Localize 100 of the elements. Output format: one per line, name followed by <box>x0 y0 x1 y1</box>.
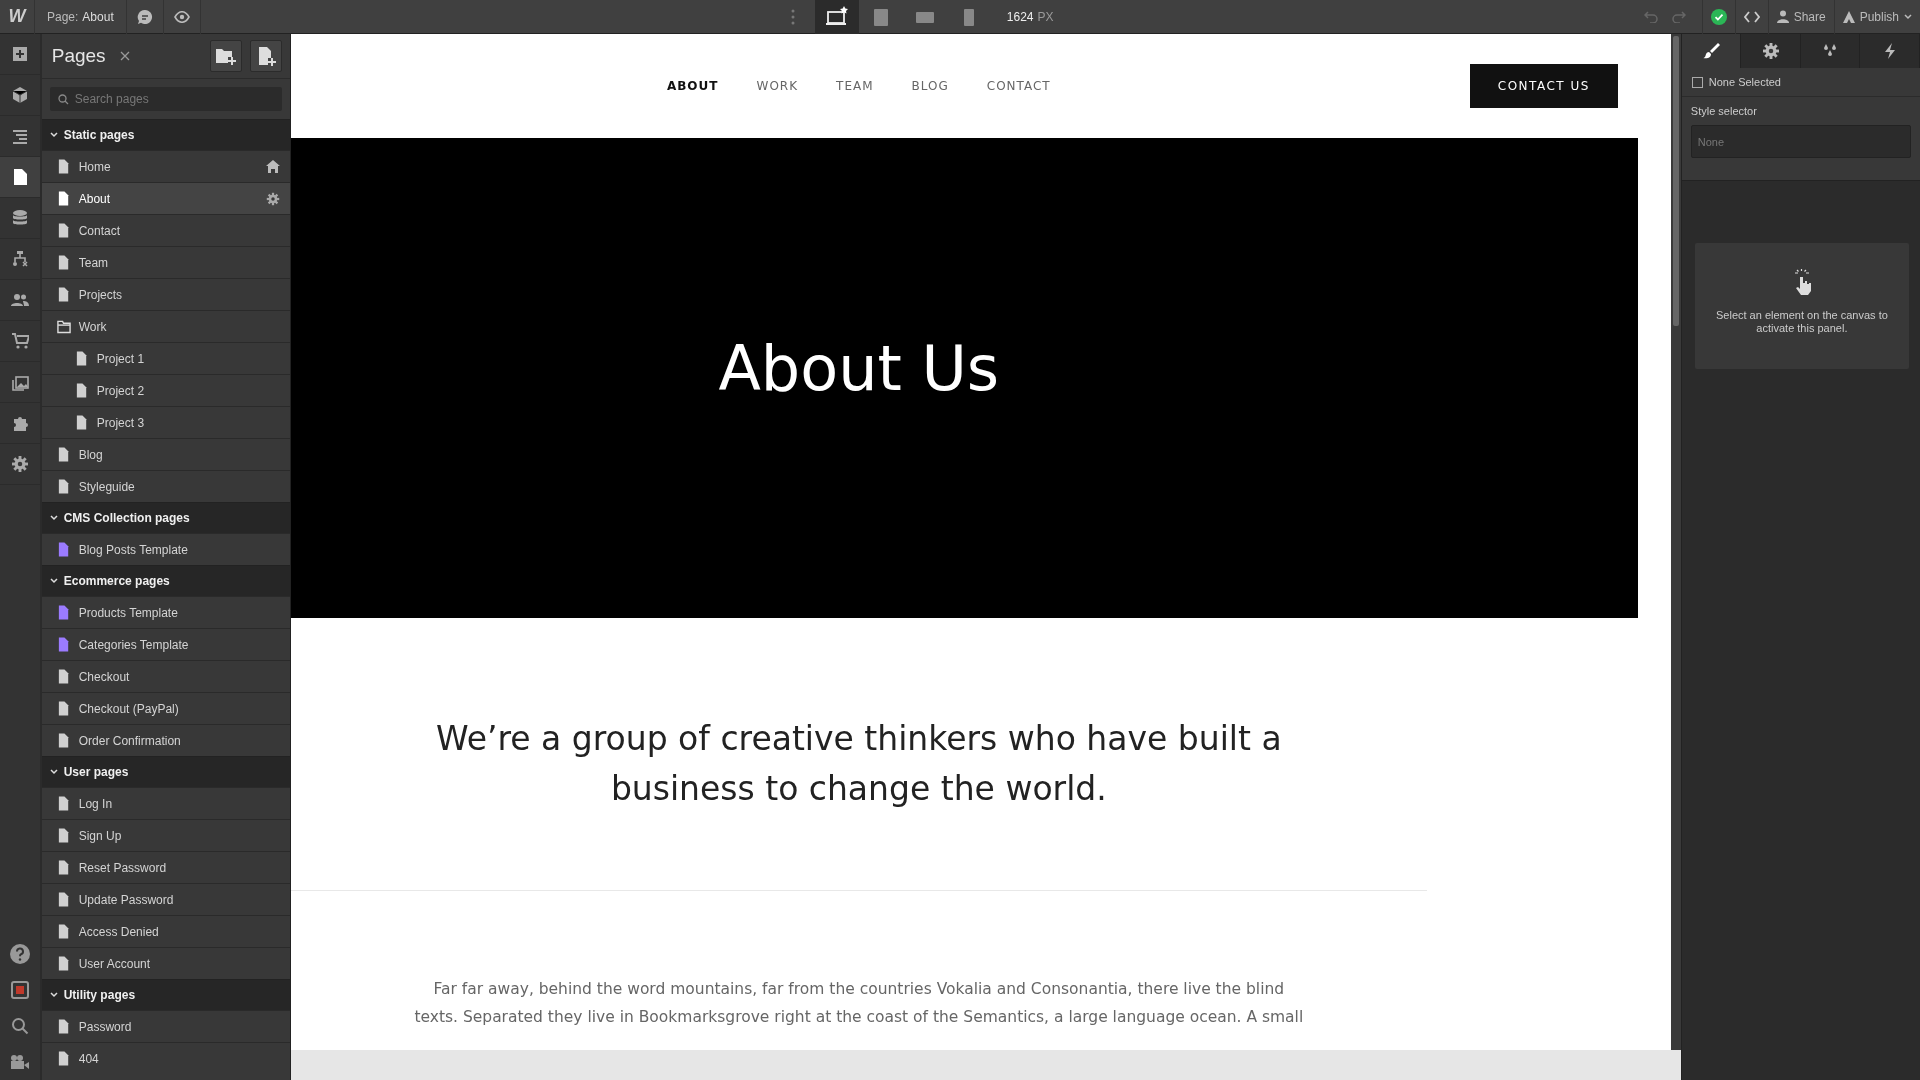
folder-icon <box>56 319 71 334</box>
document-icon <box>56 637 71 652</box>
current-page-label[interactable]: Page: About <box>35 0 127 34</box>
page-item[interactable]: Password <box>41 1010 290 1042</box>
section-header[interactable]: Ecommerce pages <box>41 565 290 596</box>
share-button[interactable]: Share <box>1767 0 1834 34</box>
document-icon <box>56 605 71 620</box>
page-item[interactable]: Checkout <box>41 660 290 692</box>
video-camera-icon[interactable] <box>9 1054 30 1070</box>
search-icon <box>57 93 69 105</box>
page-item[interactable]: About <box>41 182 290 214</box>
preview-eye-icon[interactable] <box>173 10 190 23</box>
document-icon <box>56 191 71 206</box>
document-icon <box>56 1051 71 1066</box>
empty-state-message: Select an element on the canvas to activate this panel. <box>1715 309 1889 335</box>
page-item[interactable]: Project 1 <box>41 342 290 374</box>
search-field[interactable]: Search pages <box>49 87 282 111</box>
publish-button[interactable]: Publish <box>1833 0 1920 34</box>
chevron-icon <box>49 132 58 138</box>
page-item[interactable]: Products Template <box>41 596 290 628</box>
panel-title: Pages <box>51 45 106 67</box>
flow-icon <box>10 250 29 268</box>
page-item[interactable]: Access Denied <box>41 915 290 947</box>
document-icon <box>56 255 71 270</box>
document-icon <box>56 924 71 939</box>
nav-link[interactable]: WORK <box>756 79 799 93</box>
document-icon <box>56 542 71 557</box>
document-icon <box>56 479 71 494</box>
page-item[interactable]: Checkout (PayPal) <box>41 692 290 724</box>
chevron-icon <box>49 578 58 584</box>
document-icon <box>74 383 89 398</box>
close-icon[interactable] <box>119 51 130 61</box>
document-icon <box>56 892 71 907</box>
breakpoint-button[interactable] <box>814 0 859 34</box>
nav-link[interactable]: CONTACT <box>986 79 1051 93</box>
document-icon <box>56 287 71 302</box>
field-label: Style selector <box>1690 105 1758 117</box>
page-item[interactable]: Sign Up <box>41 819 290 851</box>
tagline: We’re a group of creative thinkers who have built a business to change the world. <box>434 718 1283 810</box>
contact-button[interactable]: CONTACT US <box>1469 64 1618 108</box>
selection-label: None Selected <box>1708 76 1781 88</box>
hero-title: About Us <box>717 331 1001 407</box>
add-folder-button[interactable] <box>209 40 242 72</box>
add-icon <box>10 45 29 63</box>
add-page-button[interactable] <box>249 40 282 72</box>
person-icon <box>1776 10 1789 23</box>
help-icon[interactable] <box>9 944 30 964</box>
page-item[interactable]: Blog <box>41 438 290 470</box>
checkbox[interactable] <box>1691 76 1703 88</box>
page-item[interactable]: Contact <box>41 214 290 246</box>
document-icon <box>74 415 89 430</box>
document-icon <box>56 796 71 811</box>
page-item[interactable]: Update Password <box>41 883 290 915</box>
document-icon <box>56 159 71 174</box>
record-icon[interactable] <box>10 981 29 999</box>
section-header[interactable]: Static pages <box>41 119 290 150</box>
page-item[interactable]: Log In <box>41 787 290 819</box>
nav-link[interactable]: BLOG <box>911 79 949 93</box>
document-icon <box>56 828 71 843</box>
settings-icon <box>1761 42 1780 60</box>
caret-icon <box>1904 13 1912 20</box>
chevron-icon <box>49 769 58 775</box>
nav-link[interactable]: ABOUT <box>666 79 719 93</box>
comment-icon[interactable] <box>136 8 153 25</box>
database-icon <box>10 209 29 227</box>
section-header[interactable]: User pages <box>41 756 290 787</box>
folder-plus-icon <box>214 47 237 65</box>
code-icon[interactable] <box>1743 10 1760 23</box>
status-check-icon[interactable] <box>1710 8 1727 25</box>
section-header[interactable]: CMS Collection pages <box>41 502 290 533</box>
nav-link[interactable]: TEAM <box>836 79 874 93</box>
chevron-icon <box>49 515 58 521</box>
canvas-width: 1624 PX <box>1006 9 1054 24</box>
cube-icon <box>10 86 29 104</box>
section-header[interactable]: Utility pages <box>41 979 290 1010</box>
page-item[interactable]: Projects <box>41 278 290 310</box>
document-icon <box>56 956 71 971</box>
scrollbar[interactable] <box>1670 34 1681 1050</box>
app-logo[interactable]: W <box>0 0 35 34</box>
page-item[interactable]: Team <box>41 246 290 278</box>
document-icon <box>56 733 71 748</box>
cart-icon <box>10 332 29 350</box>
settings-icon[interactable] <box>265 191 280 206</box>
document-icon <box>56 701 71 716</box>
page-item[interactable]: Project 3 <box>41 406 290 438</box>
body-paragraph: Far far away, behind the word mountains, far from the countries Vokalia and Consonantia, there live the blind texts. Separated they live in Bookmarksgrove right at the coast of the Semantics, a large language ocean. A small <box>413 979 1304 1028</box>
search-input[interactable]: Search pages <box>74 89 274 109</box>
page-item[interactable]: Project 2 <box>41 374 290 406</box>
images-icon <box>10 373 29 391</box>
panel-tab[interactable] <box>1681 34 1742 68</box>
document-icon <box>56 1019 71 1034</box>
page-item[interactable]: Work <box>41 310 290 342</box>
search-icon[interactable] <box>10 1017 29 1035</box>
page-item[interactable]: 404 <box>41 1042 290 1074</box>
document-icon <box>74 351 89 366</box>
page-item[interactable]: Reset Password <box>41 851 290 883</box>
laptop-star-icon <box>824 5 849 28</box>
document-icon <box>56 447 71 462</box>
settings-icon <box>10 455 29 473</box>
page-item[interactable]: Categories Template <box>41 628 290 660</box>
